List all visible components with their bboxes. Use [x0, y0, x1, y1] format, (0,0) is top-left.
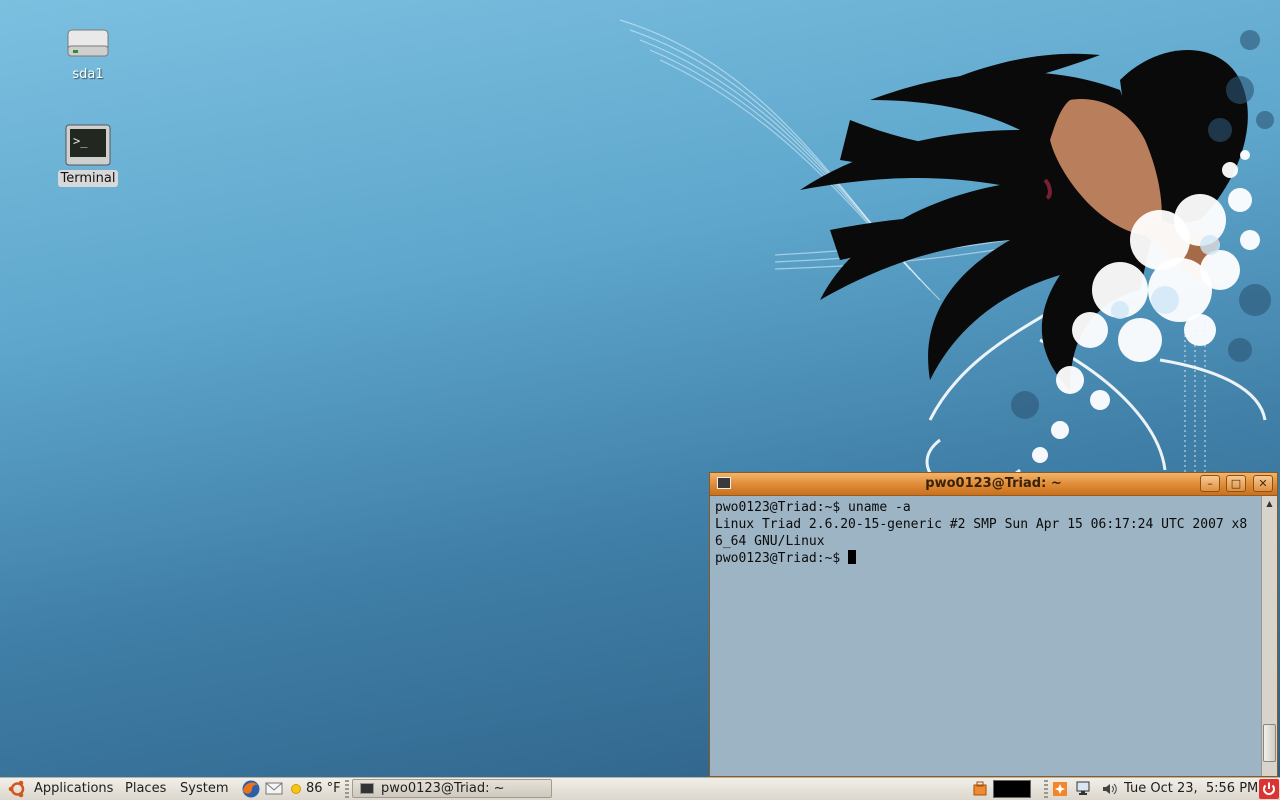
- svg-text:>_: >_: [73, 134, 88, 148]
- weather-temperature[interactable]: 86 °F: [306, 781, 341, 797]
- network-icon[interactable]: [1075, 781, 1093, 797]
- desktop-icon-sda1[interactable]: sda1: [53, 26, 123, 83]
- menu-applications[interactable]: Applications: [34, 781, 113, 797]
- volume-icon[interactable]: [1101, 781, 1118, 797]
- panel-separator: [1044, 780, 1048, 798]
- desktop[interactable]: sda1 >_ Terminal pwo0123@Triad: ~ – □ ✕ …: [0, 0, 1280, 777]
- terminal-line: pwo0123@Triad:~$ uname -a: [715, 500, 911, 515]
- drive-icon: [67, 29, 109, 57]
- scrollbar-thumb[interactable]: [1263, 724, 1276, 762]
- weather-sun-icon: [291, 784, 301, 794]
- window-title: pwo0123@Triad: ~: [925, 476, 1062, 491]
- update-notifier-icon[interactable]: [972, 781, 988, 797]
- bottom-panel: Applications Places System 86 °F pwo0123…: [0, 777, 1280, 800]
- power-button[interactable]: [1259, 779, 1279, 799]
- terminal-prompt: pwo0123@Triad:~$: [715, 551, 849, 566]
- menu-places[interactable]: Places: [125, 781, 166, 797]
- taskbar-item-terminal[interactable]: pwo0123@Triad: ~: [352, 779, 552, 798]
- terminal-titlebar[interactable]: pwo0123@Triad: ~ – □ ✕: [710, 473, 1277, 496]
- taskbar-item-label: pwo0123@Triad: ~: [381, 781, 505, 796]
- scroll-up-arrow-icon[interactable]: ▲: [1264, 498, 1275, 509]
- text-cursor: [848, 550, 857, 564]
- terminal-small-icon: [360, 783, 374, 794]
- menu-system[interactable]: System: [180, 781, 228, 797]
- system-monitor-graph[interactable]: [993, 780, 1031, 798]
- desktop-icon-terminal[interactable]: >_ Terminal: [53, 124, 123, 187]
- terminal-output[interactable]: pwo0123@Triad:~$ uname -a Linux Triad 2.6…: [710, 496, 1261, 776]
- terminal-scrollbar[interactable]: ▲: [1261, 496, 1277, 776]
- terminal-window[interactable]: pwo0123@Triad: ~ – □ ✕ pwo0123@Triad:~$ …: [709, 472, 1278, 777]
- terminal-line: Linux Triad 2.6.20-15-generic #2 SMP Sun…: [715, 517, 1248, 532]
- desktop-icon-label: Terminal: [57, 170, 119, 187]
- panel-separator: [345, 780, 349, 798]
- desktop-icon-label: sda1: [72, 67, 104, 82]
- terminal-line: 6_64 GNU/Linux: [715, 534, 825, 549]
- minimize-button[interactable]: –: [1200, 475, 1220, 492]
- maximize-button[interactable]: □: [1226, 475, 1246, 492]
- firefox-icon[interactable]: [241, 779, 261, 799]
- terminal-icon: >_: [65, 124, 111, 166]
- close-button[interactable]: ✕: [1253, 475, 1273, 492]
- terminal-prompt-line: pwo0123@Triad:~$: [715, 550, 1256, 567]
- mail-icon[interactable]: [265, 781, 283, 796]
- ubuntu-logo-icon[interactable]: [8, 780, 27, 798]
- notification-star-icon[interactable]: [1052, 781, 1068, 797]
- power-icon: [1263, 782, 1275, 795]
- panel-clock[interactable]: Tue Oct 23, 5:56 PM: [1124, 781, 1258, 797]
